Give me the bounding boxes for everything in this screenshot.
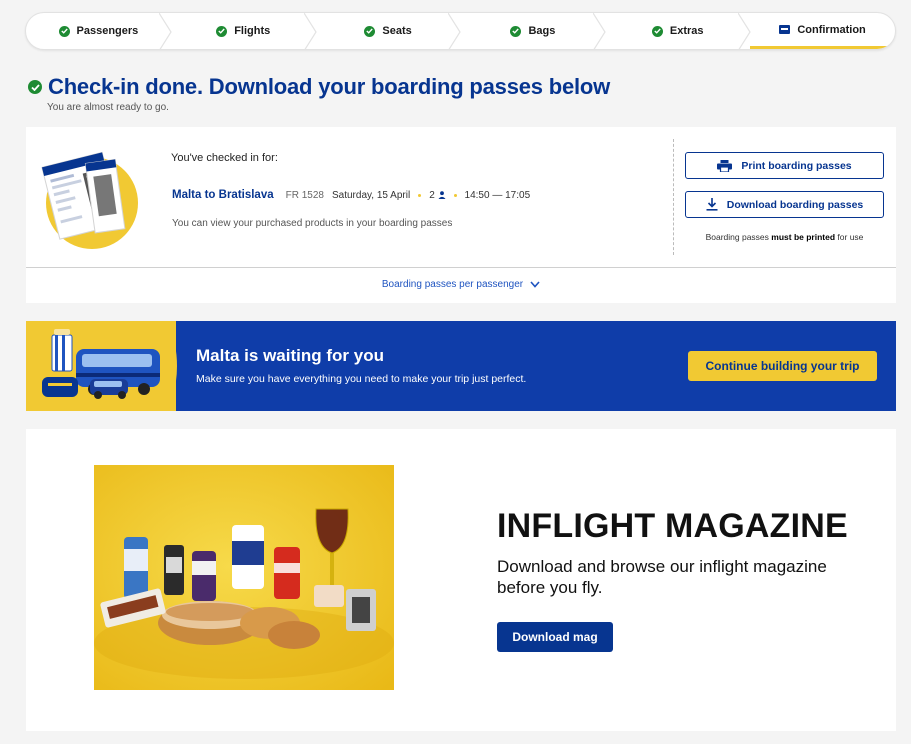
boarding-passes-per-passenger-toggle[interactable]: Boarding passes per passenger	[26, 279, 896, 290]
flight-route: Malta to Bratislava	[172, 189, 274, 201]
magazine-title: INFLIGHT MAGAZINE	[497, 507, 848, 545]
page-header: Check-in done. Download your boarding pa…	[28, 74, 610, 100]
person-icon	[438, 191, 446, 199]
step-label: Confirmation	[797, 23, 866, 36]
toggle-label: Boarding passes per passenger	[381, 279, 524, 290]
check-circle-icon	[58, 25, 70, 37]
step-label: Passengers	[76, 25, 139, 37]
continue-building-trip-button[interactable]: Continue building your trip	[688, 351, 877, 381]
download-boarding-passes-button[interactable]: Download boarding passes	[685, 191, 884, 218]
step-separator	[303, 13, 317, 49]
step-separator	[158, 13, 172, 49]
print-boarding-passes-button[interactable]: Print boarding passes	[685, 152, 884, 179]
flight-number: FR 1528	[285, 189, 324, 201]
step-separator	[448, 13, 462, 49]
step-confirmation[interactable]: Confirmation	[750, 13, 895, 49]
print-note-emphasis: must be printed	[771, 232, 836, 242]
boarding-pass-icon	[779, 25, 791, 34]
page-title: Check-in done. Download your boarding pa…	[48, 74, 611, 99]
step-seats[interactable]: Seats	[316, 13, 462, 49]
printer-icon	[717, 159, 733, 172]
promo-banner: Malta is waiting for you Make sure you h…	[26, 321, 896, 411]
checkin-stepper: Passengers Flights Seats Bags Extras Con…	[25, 12, 896, 50]
horizontal-divider	[26, 267, 896, 268]
check-circle-icon	[651, 25, 663, 37]
page-subtitle: You are almost ready to go.	[47, 102, 169, 113]
check-circle-icon	[364, 25, 376, 37]
banner-text: Make sure you have everything you need t…	[196, 373, 527, 385]
travel-extras-illustration	[42, 329, 160, 399]
products-note: You can view your purchased products in …	[172, 218, 453, 229]
flight-date: Saturday, 15 April	[331, 189, 411, 201]
download-button-label: Download boarding passes	[726, 198, 864, 211]
step-label: Extras	[669, 25, 704, 37]
flight-times: 14:50 — 17:05	[464, 189, 531, 201]
check-circle-icon	[216, 25, 228, 37]
banner-title: Malta is waiting for you	[196, 346, 384, 365]
check-circle-icon	[510, 25, 522, 37]
step-label: Seats	[382, 25, 412, 37]
step-label: Bags	[528, 25, 556, 37]
step-bags[interactable]: Bags	[460, 13, 607, 49]
vertical-divider	[673, 139, 674, 255]
inflight-magazine-card: INFLIGHT MAGAZINE Download and browse ou…	[26, 429, 896, 731]
boarding-pass-card: You've checked in for: Malta to Bratisla…	[26, 127, 896, 303]
magazine-description: Download and browse our inflight magazin…	[497, 557, 827, 597]
inflight-food-photo	[94, 465, 394, 690]
step-extras[interactable]: Extras	[605, 13, 751, 49]
print-note-prefix: Boarding passes	[705, 232, 769, 242]
checked-in-label: You've checked in for:	[171, 152, 278, 164]
check-circle-icon	[28, 80, 42, 94]
step-passengers[interactable]: Passengers	[26, 13, 172, 49]
step-flights[interactable]: Flights	[171, 13, 317, 49]
print-note-suffix: for use	[837, 232, 864, 242]
print-button-label: Print boarding passes	[741, 159, 852, 172]
separator-dot	[418, 193, 422, 197]
download-mag-button[interactable]: Download mag	[497, 622, 613, 652]
step-label: Flights	[234, 25, 271, 37]
separator-dot	[453, 193, 457, 197]
flight-summary: Malta to Bratislava FR 1528 Saturday, 15…	[172, 189, 530, 201]
step-separator	[738, 13, 751, 49]
boarding-pass-illustration	[41, 151, 138, 249]
step-separator	[593, 13, 607, 49]
passenger-count-value: 2	[429, 189, 435, 201]
print-requirement-note: Boarding passes must be printed for use	[685, 232, 884, 242]
passenger-count: 2	[429, 189, 446, 201]
chevron-down-icon	[530, 281, 540, 288]
download-icon	[706, 198, 718, 211]
